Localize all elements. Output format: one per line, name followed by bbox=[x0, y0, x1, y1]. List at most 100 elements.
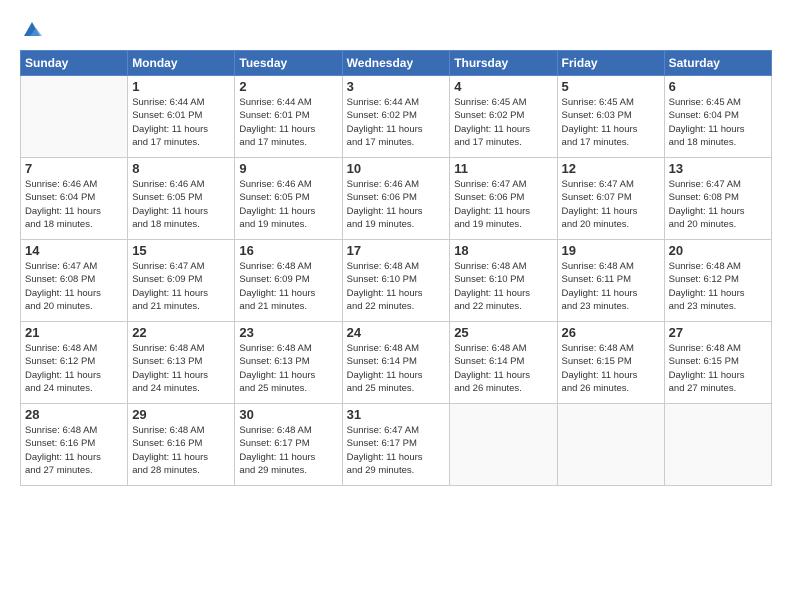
day-info: Sunrise: 6:46 AMSunset: 6:05 PMDaylight:… bbox=[239, 178, 337, 231]
day-info: Sunrise: 6:48 AMSunset: 6:10 PMDaylight:… bbox=[454, 260, 552, 313]
day-info: Sunrise: 6:47 AMSunset: 6:17 PMDaylight:… bbox=[347, 424, 446, 477]
calendar-cell: 7 Sunrise: 6:46 AMSunset: 6:04 PMDaylight… bbox=[21, 158, 128, 240]
day-number: 15 bbox=[132, 243, 230, 258]
day-number: 21 bbox=[25, 325, 123, 340]
calendar-cell: 17 Sunrise: 6:48 AMSunset: 6:10 PMDayligh… bbox=[342, 240, 450, 322]
day-number: 31 bbox=[347, 407, 446, 422]
day-number: 29 bbox=[132, 407, 230, 422]
day-info: Sunrise: 6:48 AMSunset: 6:14 PMDaylight:… bbox=[454, 342, 552, 395]
day-number: 30 bbox=[239, 407, 337, 422]
day-number: 20 bbox=[669, 243, 767, 258]
day-info: Sunrise: 6:48 AMSunset: 6:14 PMDaylight:… bbox=[347, 342, 446, 395]
day-number: 11 bbox=[454, 161, 552, 176]
day-info: Sunrise: 6:48 AMSunset: 6:15 PMDaylight:… bbox=[669, 342, 767, 395]
weekday-header-monday: Monday bbox=[128, 51, 235, 76]
day-info: Sunrise: 6:48 AMSunset: 6:12 PMDaylight:… bbox=[669, 260, 767, 313]
calendar-cell: 21Sunrise: 6:48 AMSunset: 6:12 PMDayligh… bbox=[21, 322, 128, 404]
weekday-header-row: SundayMondayTuesdayWednesdayThursdayFrid… bbox=[21, 51, 772, 76]
day-info: Sunrise: 6:48 AMSunset: 6:17 PMDaylight:… bbox=[239, 424, 337, 477]
weekday-header-tuesday: Tuesday bbox=[235, 51, 342, 76]
weekday-header-sunday: Sunday bbox=[21, 51, 128, 76]
calendar-cell: 10 Sunrise: 6:46 AMSunset: 6:06 PMDayligh… bbox=[342, 158, 450, 240]
calendar-cell bbox=[21, 76, 128, 158]
day-info: Sunrise: 6:47 AMSunset: 6:09 PMDaylight:… bbox=[132, 260, 230, 313]
day-info: Sunrise: 6:48 AMSunset: 6:16 PMDaylight:… bbox=[132, 424, 230, 477]
day-number: 25 bbox=[454, 325, 552, 340]
calendar-cell: 8Sunrise: 6:46 AMSunset: 6:05 PMDaylight… bbox=[128, 158, 235, 240]
day-number: 16 bbox=[239, 243, 337, 258]
day-info: Sunrise: 6:48 AMSunset: 6:10 PMDaylight:… bbox=[347, 260, 446, 313]
calendar-cell: 18 Sunrise: 6:48 AMSunset: 6:10 PMDayligh… bbox=[450, 240, 557, 322]
calendar-cell: 14Sunrise: 6:47 AMSunset: 6:08 PMDayligh… bbox=[21, 240, 128, 322]
day-info: Sunrise: 6:47 AMSunset: 6:08 PMDaylight:… bbox=[669, 178, 767, 231]
day-number: 12 bbox=[562, 161, 660, 176]
logo-icon bbox=[22, 20, 42, 40]
day-info: Sunrise: 6:46 AMSunset: 6:05 PMDaylight:… bbox=[132, 178, 230, 231]
day-number: 4 bbox=[454, 79, 552, 94]
day-number: 9 bbox=[239, 161, 337, 176]
day-number: 24 bbox=[347, 325, 446, 340]
day-info: Sunrise: 6:48 AMSunset: 6:11 PMDaylight:… bbox=[562, 260, 660, 313]
day-info: Sunrise: 6:48 AMSunset: 6:13 PMDaylight:… bbox=[239, 342, 337, 395]
day-info: Sunrise: 6:45 AMSunset: 6:03 PMDaylight:… bbox=[562, 96, 660, 149]
day-number: 17 bbox=[347, 243, 446, 258]
week-row-4: 21Sunrise: 6:48 AMSunset: 6:12 PMDayligh… bbox=[21, 322, 772, 404]
day-info: Sunrise: 6:46 AMSunset: 6:06 PMDaylight:… bbox=[347, 178, 446, 231]
day-info: Sunrise: 6:44 AMSunset: 6:01 PMDaylight:… bbox=[132, 96, 230, 149]
calendar-cell: 15 Sunrise: 6:47 AMSunset: 6:09 PMDayligh… bbox=[128, 240, 235, 322]
weekday-header-wednesday: Wednesday bbox=[342, 51, 450, 76]
calendar-cell: 26Sunrise: 6:48 AMSunset: 6:15 PMDayligh… bbox=[557, 322, 664, 404]
day-info: Sunrise: 6:47 AMSunset: 6:06 PMDaylight:… bbox=[454, 178, 552, 231]
day-info: Sunrise: 6:48 AMSunset: 6:13 PMDaylight:… bbox=[132, 342, 230, 395]
day-number: 7 bbox=[25, 161, 123, 176]
calendar-cell bbox=[664, 404, 771, 486]
calendar-cell: 2 Sunrise: 6:44 AMSunset: 6:01 PMDaylight… bbox=[235, 76, 342, 158]
calendar-cell: 24 Sunrise: 6:48 AMSunset: 6:14 PMDayligh… bbox=[342, 322, 450, 404]
calendar-cell: 6 Sunrise: 6:45 AMSunset: 6:04 PMDaylight… bbox=[664, 76, 771, 158]
day-number: 6 bbox=[669, 79, 767, 94]
day-info: Sunrise: 6:48 AMSunset: 6:15 PMDaylight:… bbox=[562, 342, 660, 395]
calendar-cell: 1 Sunrise: 6:44 AMSunset: 6:01 PMDaylight… bbox=[128, 76, 235, 158]
calendar-cell: 27 Sunrise: 6:48 AMSunset: 6:15 PMDayligh… bbox=[664, 322, 771, 404]
day-number: 18 bbox=[454, 243, 552, 258]
calendar-cell: 25 Sunrise: 6:48 AMSunset: 6:14 PMDayligh… bbox=[450, 322, 557, 404]
calendar-cell bbox=[450, 404, 557, 486]
calendar-cell: 19 Sunrise: 6:48 AMSunset: 6:11 PMDayligh… bbox=[557, 240, 664, 322]
day-info: Sunrise: 6:45 AMSunset: 6:04 PMDaylight:… bbox=[669, 96, 767, 149]
day-info: Sunrise: 6:44 AMSunset: 6:02 PMDaylight:… bbox=[347, 96, 446, 149]
day-number: 1 bbox=[132, 79, 230, 94]
calendar-cell: 29 Sunrise: 6:48 AMSunset: 6:16 PMDayligh… bbox=[128, 404, 235, 486]
day-number: 10 bbox=[347, 161, 446, 176]
page: SundayMondayTuesdayWednesdayThursdayFrid… bbox=[0, 0, 792, 612]
day-info: Sunrise: 6:46 AMSunset: 6:04 PMDaylight:… bbox=[25, 178, 123, 231]
calendar-cell: 4 Sunrise: 6:45 AMSunset: 6:02 PMDaylight… bbox=[450, 76, 557, 158]
calendar-cell: 11 Sunrise: 6:47 AMSunset: 6:06 PMDayligh… bbox=[450, 158, 557, 240]
day-info: Sunrise: 6:45 AMSunset: 6:02 PMDaylight:… bbox=[454, 96, 552, 149]
day-number: 27 bbox=[669, 325, 767, 340]
day-number: 19 bbox=[562, 243, 660, 258]
week-row-2: 7 Sunrise: 6:46 AMSunset: 6:04 PMDaylight… bbox=[21, 158, 772, 240]
calendar-cell: 5 Sunrise: 6:45 AMSunset: 6:03 PMDaylight… bbox=[557, 76, 664, 158]
week-row-1: 1 Sunrise: 6:44 AMSunset: 6:01 PMDaylight… bbox=[21, 76, 772, 158]
day-number: 2 bbox=[239, 79, 337, 94]
logo bbox=[20, 20, 42, 40]
day-info: Sunrise: 6:44 AMSunset: 6:01 PMDaylight:… bbox=[239, 96, 337, 149]
calendar-cell: 3 Sunrise: 6:44 AMSunset: 6:02 PMDaylight… bbox=[342, 76, 450, 158]
calendar-cell: 23 Sunrise: 6:48 AMSunset: 6:13 PMDayligh… bbox=[235, 322, 342, 404]
day-number: 5 bbox=[562, 79, 660, 94]
day-number: 23 bbox=[239, 325, 337, 340]
calendar-cell: 13Sunrise: 6:47 AMSunset: 6:08 PMDayligh… bbox=[664, 158, 771, 240]
weekday-header-thursday: Thursday bbox=[450, 51, 557, 76]
calendar-cell: 31 Sunrise: 6:47 AMSunset: 6:17 PMDayligh… bbox=[342, 404, 450, 486]
calendar-cell: 30 Sunrise: 6:48 AMSunset: 6:17 PMDayligh… bbox=[235, 404, 342, 486]
day-number: 22 bbox=[132, 325, 230, 340]
day-number: 3 bbox=[347, 79, 446, 94]
calendar-cell: 28 Sunrise: 6:48 AMSunset: 6:16 PMDayligh… bbox=[21, 404, 128, 486]
day-number: 14 bbox=[25, 243, 123, 258]
day-number: 28 bbox=[25, 407, 123, 422]
calendar-cell: 9 Sunrise: 6:46 AMSunset: 6:05 PMDaylight… bbox=[235, 158, 342, 240]
calendar-cell bbox=[557, 404, 664, 486]
calendar-cell: 20 Sunrise: 6:48 AMSunset: 6:12 PMDayligh… bbox=[664, 240, 771, 322]
header bbox=[20, 20, 772, 40]
day-info: Sunrise: 6:48 AMSunset: 6:16 PMDaylight:… bbox=[25, 424, 123, 477]
